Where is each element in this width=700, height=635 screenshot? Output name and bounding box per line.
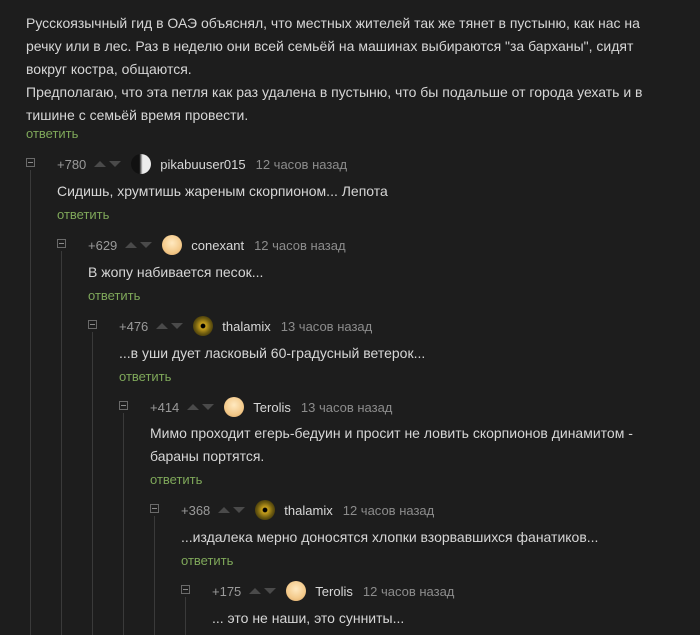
parent-comment-paragraph: Предполагаю, что эта петля как раз удале… [26, 84, 643, 123]
upvote-icon[interactable] [94, 161, 107, 167]
reply-link[interactable]: ответить [181, 553, 233, 568]
upvote-icon[interactable] [218, 507, 231, 513]
comment-author[interactable]: Terolis [253, 400, 291, 415]
parent-comment-paragraph: Русскоязычный гид в ОАЭ объяснял, что ме… [26, 15, 640, 77]
downvote-icon[interactable] [140, 242, 153, 248]
comment-text: ... это не наши, это сунниты... [212, 610, 405, 626]
comment-rating: +414 [150, 399, 180, 415]
comment-header: +368 thalamix 12 часов назад [181, 500, 435, 520]
downvote-icon[interactable] [264, 588, 277, 594]
comment-text: Сидишь, хрумтишь жареным скорпионом... Л… [57, 183, 388, 199]
comment-text: ...в уши дует ласковый 60-градусный вете… [119, 345, 426, 361]
comment-header: +476 thalamix 13 часов назад [119, 316, 373, 336]
comment-time: 12 часов назад [342, 502, 435, 518]
parent-comment-text: Русскоязычный гид в ОАЭ объяснял, что ме… [26, 12, 666, 127]
avatar[interactable] [286, 581, 307, 601]
comment-author[interactable]: thalamix [284, 503, 332, 518]
comment-header: +629 conexant 12 часов назад [88, 235, 346, 255]
comment-author[interactable]: conexant [191, 238, 244, 253]
comment-time: 13 часов назад [300, 399, 393, 415]
thread-line [154, 516, 155, 635]
thread-line [92, 332, 93, 635]
comment-author[interactable]: Terolis [315, 584, 353, 599]
comment-text: Мимо проходит егерь-бедуин и просит не л… [150, 425, 633, 464]
comment-author[interactable]: thalamix [222, 319, 270, 334]
avatar[interactable] [255, 500, 276, 520]
thread-line [61, 251, 62, 635]
downvote-icon[interactable] [233, 507, 246, 513]
upvote-icon[interactable] [125, 242, 138, 248]
avatar[interactable] [131, 154, 152, 174]
downvote-icon[interactable] [109, 161, 122, 167]
thread-line [123, 413, 124, 635]
comment-rating: +476 [119, 318, 149, 334]
comment-time: 12 часов назад [255, 156, 348, 172]
reply-link[interactable]: ответить [57, 207, 109, 222]
reply-link[interactable]: ответить [119, 369, 171, 384]
comment-time: 12 часов назад [362, 583, 455, 599]
thread-line [185, 597, 186, 635]
comment-rating: +175 [212, 583, 242, 599]
collapse-thread-button[interactable] [119, 401, 128, 410]
comment-text: ...издалека мерно доносятся хлопки взорв… [181, 529, 599, 545]
collapse-thread-button[interactable] [88, 320, 97, 329]
comment-time: 13 часов назад [280, 318, 373, 334]
comment-time: 12 часов назад [254, 237, 346, 253]
downvote-icon[interactable] [202, 404, 215, 410]
comment-text: В жопу набивается песок... [88, 264, 264, 280]
upvote-icon[interactable] [249, 588, 262, 594]
comment-rating: +368 [181, 502, 211, 518]
collapse-thread-button[interactable] [26, 158, 35, 167]
comment-rating: +629 [88, 237, 118, 253]
collapse-thread-button[interactable] [57, 239, 66, 248]
upvote-icon[interactable] [187, 404, 200, 410]
upvote-icon[interactable] [156, 323, 169, 329]
comment-rating: +780 [57, 156, 87, 172]
collapse-thread-button[interactable] [150, 504, 159, 513]
reply-link[interactable]: ответить [26, 126, 78, 141]
comment-header: +175 Terolis 12 часов назад [212, 581, 455, 601]
avatar[interactable] [162, 235, 183, 255]
comment-header: +780 pikabuuser015 12 часов назад [57, 154, 348, 174]
reply-link[interactable]: ответить [88, 288, 140, 303]
comment-header: +414 Terolis 13 часов назад [150, 397, 393, 417]
downvote-icon[interactable] [171, 323, 184, 329]
reply-link[interactable]: ответить [150, 472, 202, 487]
comment-author[interactable]: pikabuuser015 [160, 157, 245, 172]
thread-line [30, 170, 31, 635]
avatar[interactable] [193, 316, 214, 336]
collapse-thread-button[interactable] [181, 585, 190, 594]
avatar[interactable] [224, 397, 245, 417]
